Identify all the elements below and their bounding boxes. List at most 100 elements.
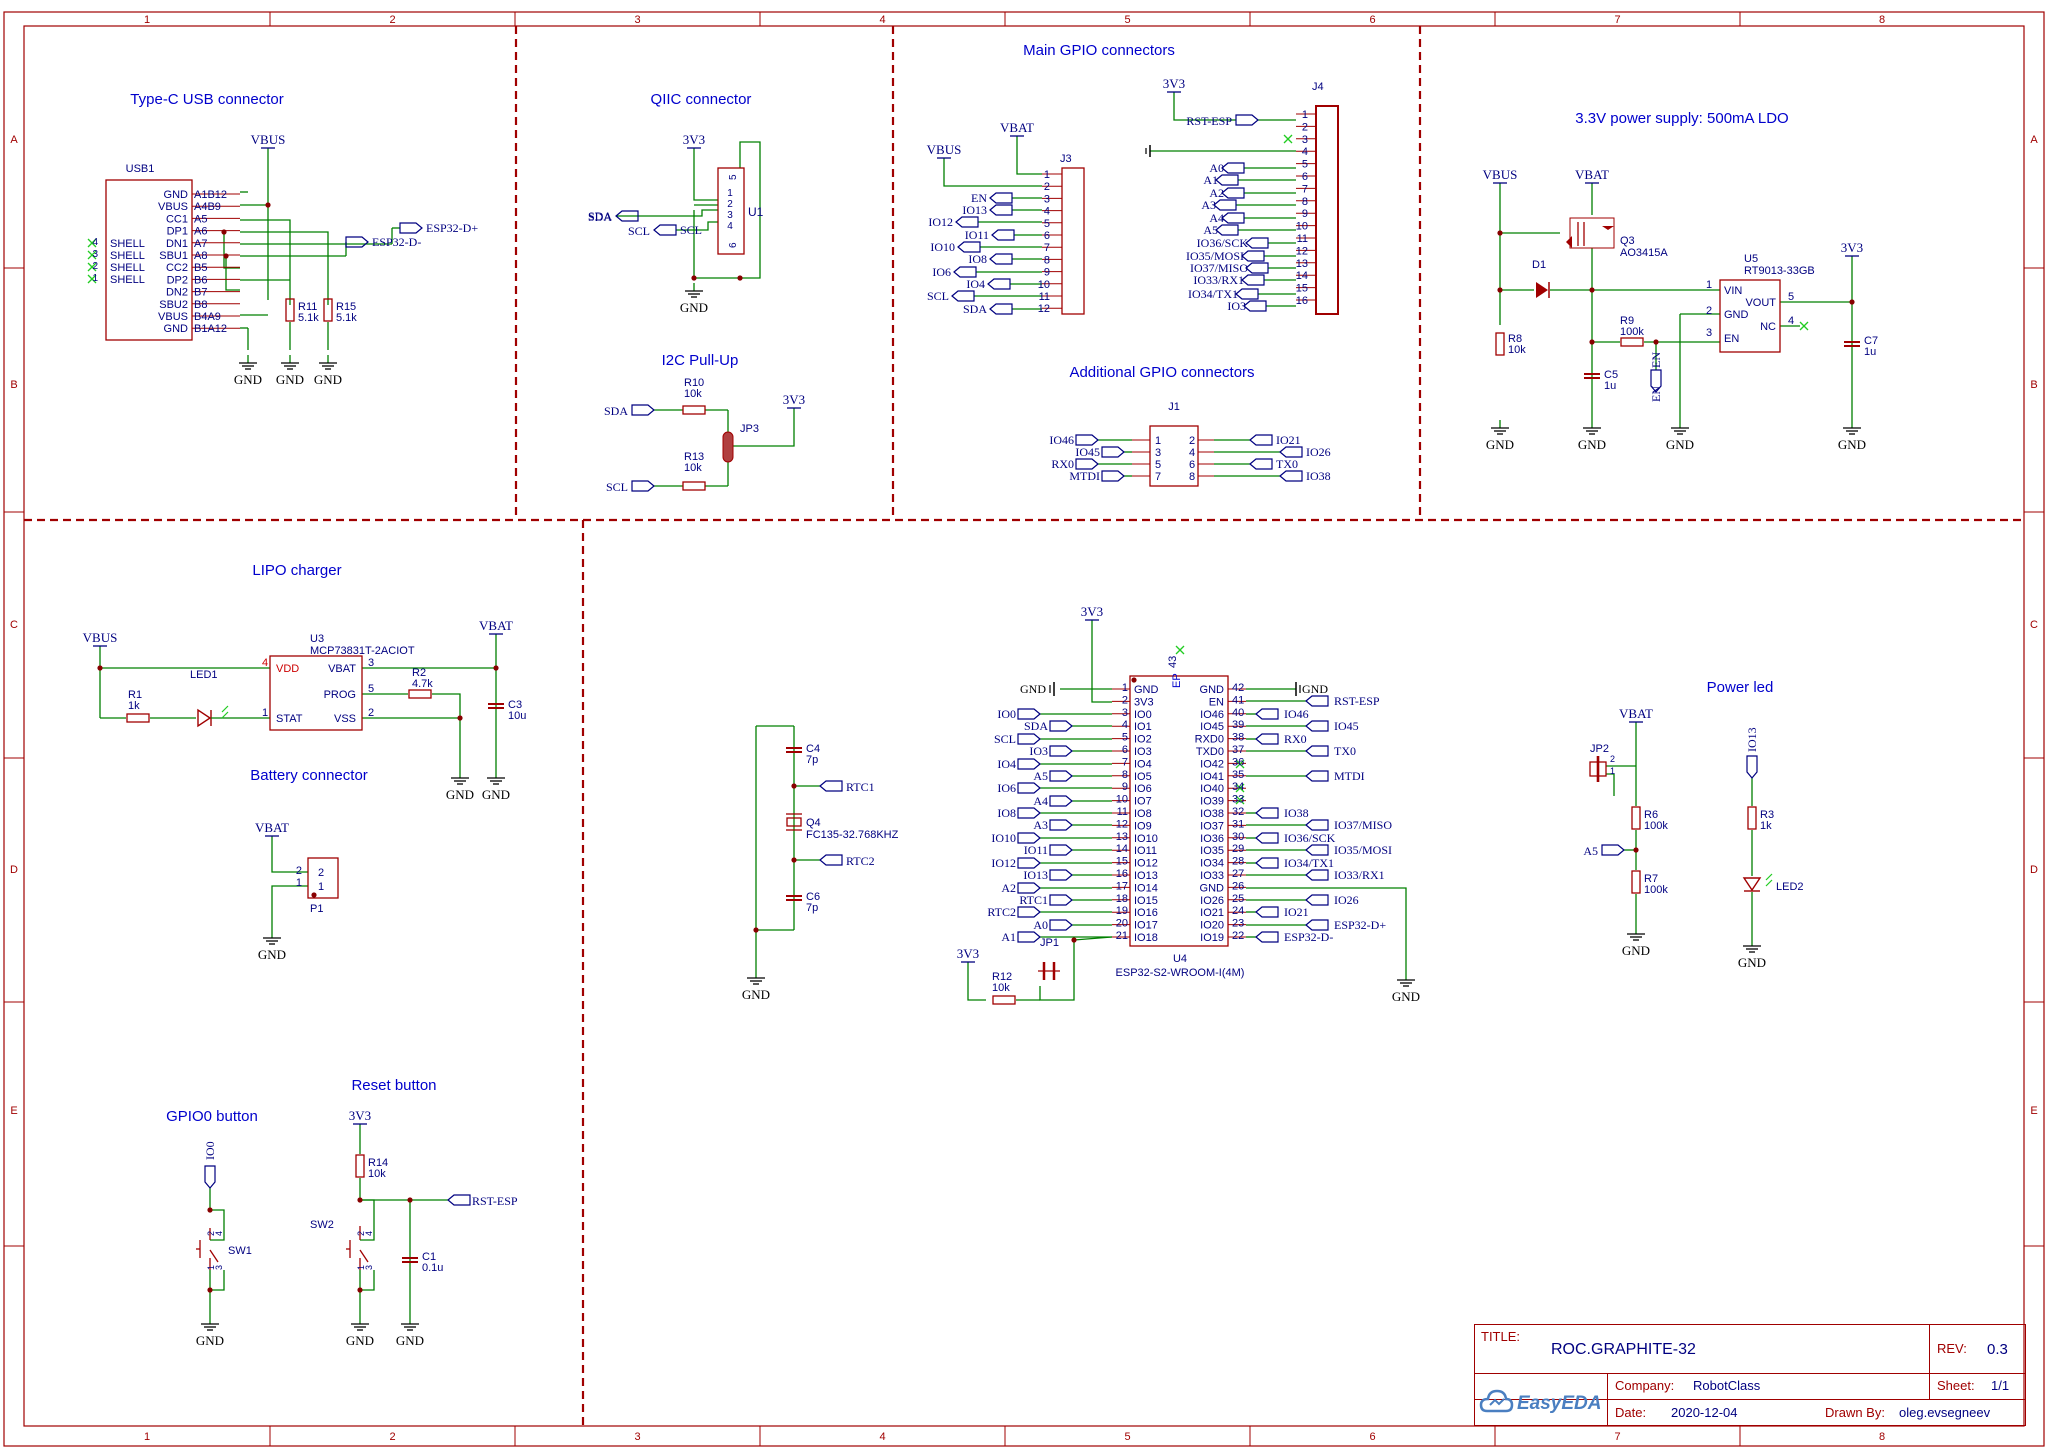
net-port bbox=[1049, 720, 1073, 732]
u4-pin-name: IO6 bbox=[1134, 783, 1152, 795]
net-port bbox=[1049, 919, 1073, 931]
u4-pin-name: IO9 bbox=[1134, 820, 1152, 832]
u4-pin-num: 22 bbox=[1232, 930, 1244, 942]
net-port bbox=[989, 192, 1013, 204]
net-port bbox=[1215, 224, 1239, 236]
resistor-value: 4.7k bbox=[412, 678, 433, 690]
capacitor-value: 10u bbox=[508, 710, 526, 722]
led-ray bbox=[221, 705, 229, 713]
u4-right-net: ESP32-D+ bbox=[1334, 918, 1386, 932]
qiic-pin: 5 bbox=[728, 174, 739, 180]
junction-dot bbox=[223, 253, 229, 259]
u4-left-net: IO6 bbox=[997, 781, 1016, 795]
u3-pin-num: 4 bbox=[262, 657, 268, 669]
j3-pin: 1 bbox=[1044, 169, 1050, 181]
net-label: SCL bbox=[606, 480, 628, 494]
rev-label: REV: bbox=[1937, 1341, 1967, 1356]
qiic-ref: U1 bbox=[748, 205, 764, 219]
net-port bbox=[1305, 919, 1329, 931]
col-label: 7 bbox=[1614, 14, 1620, 26]
junction-dot bbox=[357, 1287, 363, 1293]
wire bbox=[271, 885, 308, 930]
j1-pin: 5 bbox=[1155, 459, 1161, 471]
u4-left-net: IO11 bbox=[1024, 843, 1048, 857]
net-port bbox=[1017, 807, 1041, 819]
wire bbox=[209, 1249, 219, 1263]
net-label: IO0 bbox=[203, 1141, 217, 1160]
net-port bbox=[1017, 906, 1041, 918]
net-port bbox=[1255, 733, 1279, 745]
net-port bbox=[1017, 782, 1041, 794]
u4-left-net: RTC1 bbox=[1019, 893, 1048, 907]
p1-pin-num: 1 bbox=[296, 877, 302, 889]
wire bbox=[240, 231, 329, 305]
u4-left-net: A1 bbox=[1001, 930, 1016, 944]
u4-left-net: SCL bbox=[994, 732, 1016, 746]
net-port bbox=[1221, 212, 1245, 224]
u4-right-net: TX0 bbox=[1334, 744, 1356, 758]
jumper-jp3 bbox=[722, 431, 734, 463]
usb-pin-name: VBUS bbox=[158, 201, 188, 213]
u4-pin-num: 5 bbox=[1122, 732, 1128, 744]
net-port bbox=[1305, 869, 1329, 881]
usb-pin-name: CC2 bbox=[166, 262, 188, 274]
u4-pin-num: 2 bbox=[1122, 694, 1128, 706]
row-label: B bbox=[10, 379, 17, 391]
gnd-label: GND bbox=[1578, 437, 1606, 452]
j3-net-label: SDA bbox=[963, 302, 987, 316]
j3-net-label: IO13 bbox=[962, 203, 987, 217]
u3-pin-num: 2 bbox=[368, 707, 374, 719]
j1-net-label: TX0 bbox=[1276, 457, 1298, 471]
junction-dot bbox=[1497, 230, 1503, 236]
wire bbox=[432, 693, 461, 770]
u4-pin-name: IO41 bbox=[1200, 771, 1224, 783]
row-label: A bbox=[10, 134, 18, 146]
section-title: LIPO charger bbox=[252, 562, 341, 579]
gnd-label: GND bbox=[276, 372, 304, 387]
section-title: Reset button bbox=[351, 1077, 436, 1094]
capacitor-value: 7p bbox=[806, 902, 818, 914]
junction-dot bbox=[791, 857, 797, 863]
net-port bbox=[1221, 187, 1245, 199]
u4-pin-name: IO38 bbox=[1200, 808, 1224, 820]
col-label: 7 bbox=[1614, 1431, 1620, 1443]
gnd-label: GND bbox=[1020, 682, 1046, 696]
capacitor-value: 0.1u bbox=[422, 1262, 443, 1274]
net-port bbox=[1017, 758, 1041, 770]
net-label: RTC2 bbox=[846, 854, 875, 868]
u4-pin-num: 10 bbox=[1116, 794, 1128, 806]
jumper-ref: JP3 bbox=[740, 423, 759, 435]
u4-pin-num: 17 bbox=[1116, 880, 1128, 892]
u4-pin-name: IO16 bbox=[1134, 907, 1158, 919]
net-port bbox=[1017, 857, 1041, 869]
usb-pin-name: SBU2 bbox=[159, 299, 188, 311]
net-port bbox=[1245, 262, 1269, 274]
power-label: VBAT bbox=[255, 820, 289, 835]
gnd-label: GND bbox=[346, 1333, 374, 1348]
u4-pin-num: 11 bbox=[1117, 806, 1128, 818]
col-label: 6 bbox=[1369, 1431, 1375, 1443]
u4-pin-num: 16 bbox=[1116, 868, 1128, 880]
rev-value: 0.3 bbox=[1987, 1341, 2008, 1358]
junction-dot bbox=[1589, 287, 1595, 293]
net-port bbox=[1049, 770, 1073, 782]
net-port bbox=[1215, 174, 1239, 186]
j4-pin: 9 bbox=[1302, 208, 1308, 220]
p1-pin: 1 bbox=[318, 881, 324, 893]
j4-net-label: A3 bbox=[1201, 198, 1216, 212]
qiic-pin: 2 bbox=[727, 199, 733, 210]
wire bbox=[967, 962, 986, 1001]
jumper-pin: 2 bbox=[1610, 754, 1615, 764]
net-port bbox=[989, 204, 1013, 216]
junction-dot bbox=[311, 892, 317, 898]
diode-mark bbox=[1566, 236, 1572, 248]
power-label: VBAT bbox=[479, 618, 513, 633]
j1-pin: 8 bbox=[1189, 471, 1195, 483]
u3-pin-num: 1 bbox=[262, 707, 268, 719]
u5-pin-num: 1 bbox=[1706, 279, 1712, 291]
resistor bbox=[1495, 332, 1505, 356]
net-port bbox=[1305, 770, 1329, 782]
j3-net-label: IO12 bbox=[928, 215, 953, 229]
u4-left-net: A5 bbox=[1033, 769, 1048, 783]
gnd-label: GND bbox=[1738, 955, 1766, 970]
